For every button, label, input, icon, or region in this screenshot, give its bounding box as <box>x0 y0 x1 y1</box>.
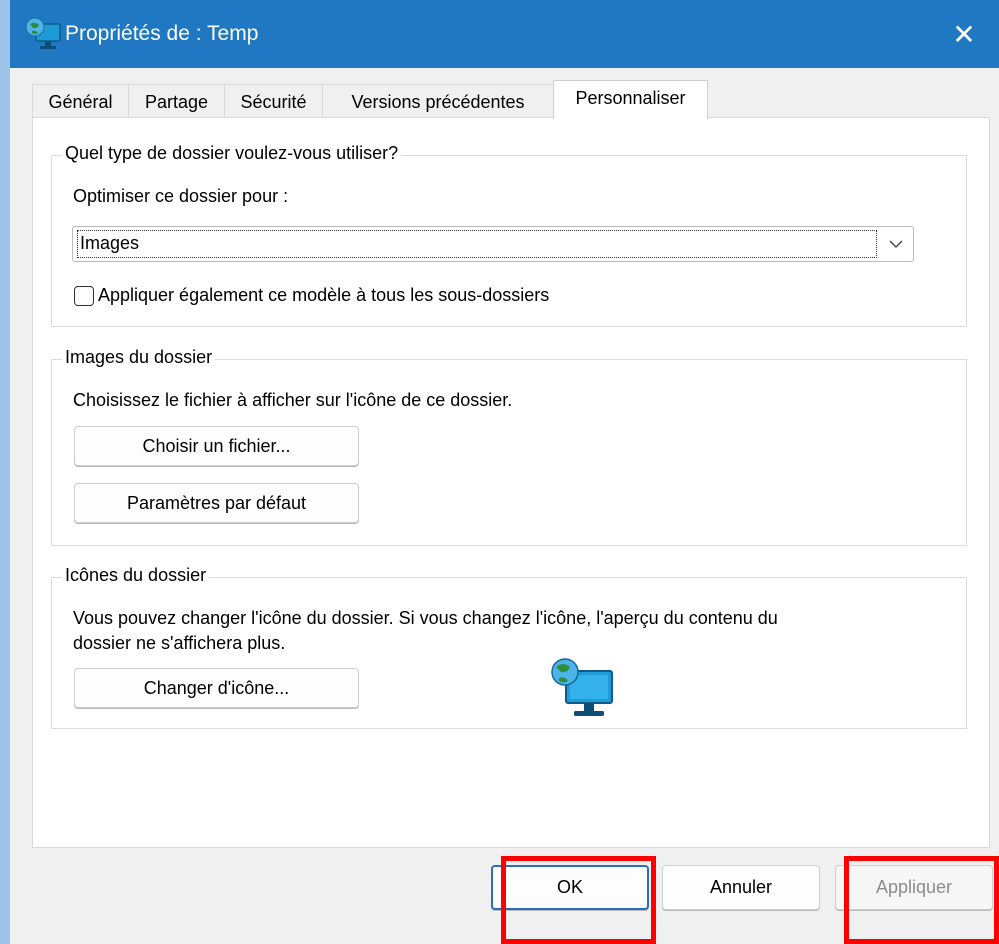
tab-customize[interactable]: Personnaliser <box>553 80 708 119</box>
window-title: Propriétés de : Temp <box>65 22 259 45</box>
close-button[interactable]: ✕ <box>929 0 999 68</box>
folder-type-group: Quel type de dossier voulez-vous utilise… <box>51 143 967 327</box>
properties-window: Propriétés de : Temp ✕ Général Partage S… <box>10 0 999 944</box>
folder-images-description: Choisissez le fichier à afficher sur l'i… <box>73 390 513 410</box>
customize-panel: Quel type de dossier voulez-vous utilise… <box>32 117 990 848</box>
tab-sharing[interactable]: Partage <box>128 84 225 118</box>
tab-general[interactable]: Général <box>32 84 129 118</box>
ok-highlight-box <box>501 856 656 944</box>
chevron-down-icon <box>889 240 903 248</box>
tab-security[interactable]: Sécurité <box>224 84 323 118</box>
network-monitor-preview-icon <box>551 658 613 716</box>
tab-previous-versions[interactable]: Versions précédentes <box>322 84 554 118</box>
optimize-dropdown[interactable]: Images <box>72 226 914 262</box>
folder-icons-description-line1: Vous pouvez changer l'icône du dossier. … <box>73 608 778 628</box>
change-icon-button[interactable]: Changer d'icône... <box>74 668 359 708</box>
folder-icons-description-line2: dossier ne s'affichera plus. <box>73 633 286 653</box>
optimize-dropdown-value: Images <box>77 230 877 258</box>
cancel-button[interactable]: Annuler <box>662 865 820 910</box>
choose-file-button[interactable]: Choisir un fichier... <box>74 426 359 466</box>
folder-type-legend: Quel type de dossier voulez-vous utilise… <box>62 143 402 164</box>
apply-highlight-box <box>844 856 999 944</box>
network-monitor-icon <box>25 17 61 49</box>
folder-icons-group: Icônes du dossier Vous pouvez changer l'… <box>51 565 967 729</box>
folder-icons-legend: Icônes du dossier <box>62 565 210 586</box>
folder-images-legend: Images du dossier <box>62 347 216 368</box>
folder-images-group: Images du dossier Choisissez le fichier … <box>51 347 967 546</box>
title-bar: Propriétés de : Temp ✕ <box>10 0 999 68</box>
default-settings-button[interactable]: Paramètres par défaut <box>74 483 359 523</box>
optimize-label: Optimiser ce dossier pour : <box>73 186 289 206</box>
apply-subfolders-checkbox[interactable] <box>74 286 94 306</box>
apply-subfolders-label: Appliquer également ce modèle à tous les… <box>98 285 550 305</box>
